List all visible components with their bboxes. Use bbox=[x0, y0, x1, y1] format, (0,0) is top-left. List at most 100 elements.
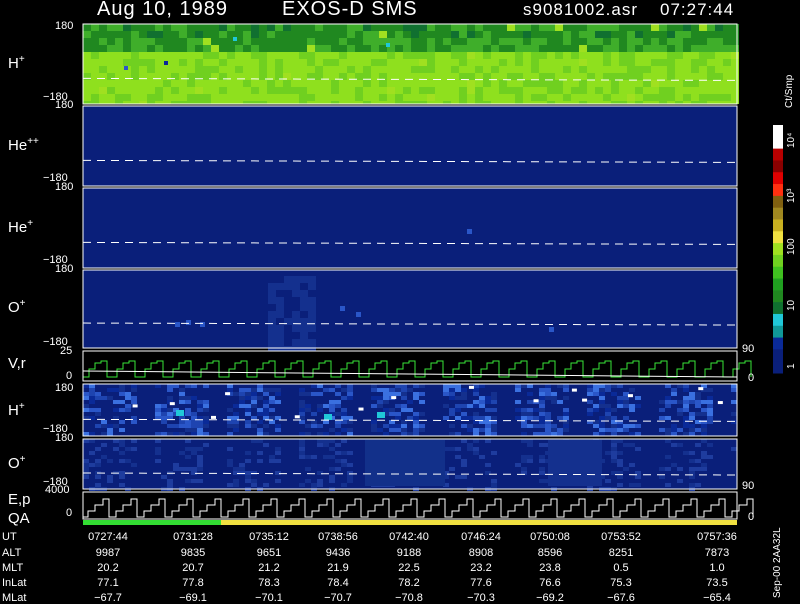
spectrogram-cell bbox=[243, 52, 251, 59]
spectrogram-cell bbox=[629, 404, 635, 408]
spectrogram-cell bbox=[347, 45, 355, 52]
footer-value-mlat: −70.7 bbox=[324, 592, 352, 604]
spectrogram-cell bbox=[619, 45, 627, 52]
spectrogram-cell bbox=[683, 396, 689, 400]
footer-value-inlat: 78.2 bbox=[398, 577, 420, 589]
spectrogram-cell bbox=[195, 31, 203, 38]
spectrogram-cell bbox=[323, 66, 331, 73]
spectrogram-cell bbox=[635, 396, 641, 400]
spectrogram-cell bbox=[643, 87, 651, 94]
spectrogram-cell bbox=[155, 38, 163, 45]
footer-value-mlt: 0.5 bbox=[613, 562, 629, 574]
spectrogram-cell bbox=[163, 87, 171, 94]
spectrogram-cell bbox=[171, 52, 179, 59]
spectrogram-cell bbox=[259, 45, 267, 52]
spectrogram-cell bbox=[197, 479, 203, 483]
spectrogram-cell bbox=[623, 467, 629, 471]
spectrogram-cell bbox=[651, 80, 659, 87]
spectrogram-cell bbox=[187, 45, 195, 52]
spectrogram-cell bbox=[267, 38, 275, 45]
spectrogram-cell bbox=[699, 80, 707, 87]
colorbar-segment bbox=[773, 231, 783, 244]
spectrogram-cell bbox=[527, 459, 533, 463]
spectrogram-cell bbox=[699, 73, 707, 80]
spectrogram-cell bbox=[701, 451, 707, 455]
spectrogram-cell bbox=[599, 428, 605, 432]
spectrogram-cell bbox=[555, 73, 563, 80]
spectrogram-cell bbox=[461, 412, 467, 416]
spectrogram-cell bbox=[675, 66, 683, 73]
spectrogram-cell bbox=[347, 52, 355, 59]
spectrogram-cell bbox=[379, 80, 387, 87]
spectrogram-cell bbox=[263, 388, 269, 392]
spectrogram-cell bbox=[635, 73, 643, 80]
spectrogram-cell bbox=[643, 31, 651, 38]
spectrogram-cell bbox=[473, 432, 479, 436]
spectrogram-cell bbox=[283, 45, 291, 52]
spectrogram-cell bbox=[131, 420, 137, 424]
spectrogram-cell bbox=[83, 24, 91, 31]
spectrogram-cell bbox=[547, 73, 555, 80]
spectrogram-cell bbox=[675, 45, 683, 52]
spectrogram-cell bbox=[539, 408, 545, 412]
spectrogram-cell bbox=[300, 318, 308, 325]
spectrogram-cell bbox=[731, 59, 739, 66]
spectrogram-cell bbox=[451, 80, 459, 87]
spectrogram-cell bbox=[299, 483, 305, 487]
spectrogram-cell bbox=[651, 45, 659, 52]
spectrogram-cell bbox=[163, 31, 171, 38]
spectrogram-cell bbox=[227, 80, 235, 87]
spectrogram-cell bbox=[419, 424, 425, 428]
spectrogram-cell bbox=[563, 87, 571, 94]
spectrogram-cell bbox=[395, 24, 403, 31]
spectrogram-cell bbox=[623, 424, 629, 428]
spectrogram-cell bbox=[605, 388, 611, 392]
footer-value-alt: 9651 bbox=[256, 547, 282, 559]
spectrogram-cell bbox=[683, 45, 691, 52]
spectrogram-cell bbox=[315, 66, 323, 73]
spectrogram-cell bbox=[305, 392, 311, 396]
spectrogram-cell bbox=[427, 38, 435, 45]
spectrogram-cell bbox=[347, 24, 355, 31]
spectrogram-cell bbox=[269, 459, 275, 463]
spectrogram-cell bbox=[185, 420, 191, 424]
spectrogram-cell bbox=[435, 45, 443, 52]
spectrogram-cell bbox=[163, 45, 171, 52]
spectrogram-cell bbox=[95, 483, 101, 487]
spectrogram-cell bbox=[659, 38, 667, 45]
spectrogram-cell bbox=[107, 94, 115, 101]
spectrogram-cell bbox=[119, 451, 125, 455]
spectrogram-cell bbox=[707, 80, 715, 87]
spectrogram-cell bbox=[407, 400, 413, 404]
spectrogram-cell bbox=[547, 38, 555, 45]
spectrogram-cell bbox=[275, 59, 283, 66]
spectrogram-cell bbox=[419, 52, 427, 59]
spectrogram-cell bbox=[683, 408, 689, 412]
spectrogram-cell bbox=[239, 400, 245, 404]
spectrogram-cell bbox=[179, 80, 187, 87]
spectrogram-cell bbox=[123, 80, 131, 87]
spectrogram-cell bbox=[155, 412, 161, 416]
spectrogram-cell bbox=[507, 94, 515, 101]
spectrogram-cell bbox=[347, 38, 355, 45]
spectrogram-cell bbox=[235, 80, 243, 87]
spectrogram-cell bbox=[539, 392, 545, 396]
spectrogram-cell bbox=[329, 455, 335, 459]
spectrogram-cell bbox=[699, 24, 707, 31]
spectrogram-cell bbox=[299, 45, 307, 52]
spectrogram-cell bbox=[419, 38, 427, 45]
spectrogram-cell bbox=[677, 412, 683, 416]
spectrogram-cell bbox=[485, 463, 491, 467]
spectrogram-cell bbox=[89, 463, 95, 467]
spectrogram-cell bbox=[315, 52, 323, 59]
spectrogram-cell bbox=[611, 408, 617, 412]
footer-value-mlt: 21.2 bbox=[258, 562, 280, 574]
spectrogram-cell bbox=[527, 443, 533, 447]
spectrogram-cell bbox=[545, 392, 551, 396]
spectrogram-cell bbox=[387, 31, 395, 38]
spectrogram-cell bbox=[427, 87, 435, 94]
spectrogram-cell bbox=[643, 38, 651, 45]
spectrogram-cell bbox=[403, 87, 411, 94]
spectrogram-cell bbox=[275, 24, 283, 31]
footer-value-inlat: 77.6 bbox=[470, 577, 492, 589]
